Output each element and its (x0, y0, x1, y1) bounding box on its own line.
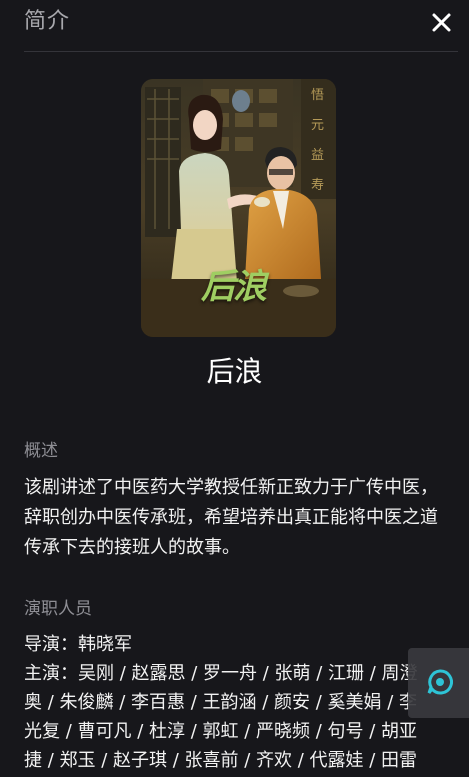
chat-bubble-icon (427, 669, 453, 695)
cast-line: 奥 / 朱俊麟 / 李百惠 / 王韵涵 / 颜安 / 奚美娟 / 李 (24, 692, 418, 713)
overview-label: 概述 (24, 441, 58, 461)
svg-text:益: 益 (311, 148, 324, 163)
show-title: 后浪 (206, 355, 263, 388)
close-button[interactable] (428, 9, 456, 37)
svg-text:元: 元 (311, 118, 324, 133)
cast-label: 演职人员 (24, 599, 92, 619)
header: 简介 (0, 0, 469, 52)
cast-line: 主演：吴刚 / 赵露思 / 罗一舟 / 张萌 / 江珊 / 周澄 (24, 663, 418, 684)
svg-text:悟: 悟 (311, 88, 324, 103)
page-title: 简介 (24, 9, 71, 34)
floating-chat-button[interactable] (408, 648, 469, 718)
cast-list: 导演：韩晓军 主演：吴刚 / 赵露思 / 罗一舟 / 张萌 / 江珊 / 周澄 … (24, 630, 444, 775)
poster-image: 悟元益寿 后浪 (141, 79, 336, 337)
cast-line: 捷 / 郑玉 / 赵子琪 / 张喜前 / 齐欢 / 代露娃 / 田雷 (24, 750, 418, 771)
intro-panel: 简介 悟 元 益 寿 后浪 后浪 概述 该剧讲述了中医药大学教授任新正致力于广传… (0, 0, 469, 777)
header-divider (24, 51, 458, 52)
svg-text:寿: 寿 (311, 178, 324, 193)
cast-line: 光复 / 曹可凡 / 杜淳 / 郭虹 / 严晓频 / 句号 / 胡亚 (24, 721, 418, 742)
overview-text: 该剧讲述了中医药大学教授任新正致力于广传中医，辞职创办中医传承班，希望培养出真正… (24, 477, 438, 558)
director-line: 导演：韩晓军 (24, 634, 132, 655)
poster-logo: 后浪 (201, 267, 267, 307)
close-icon (432, 13, 451, 32)
